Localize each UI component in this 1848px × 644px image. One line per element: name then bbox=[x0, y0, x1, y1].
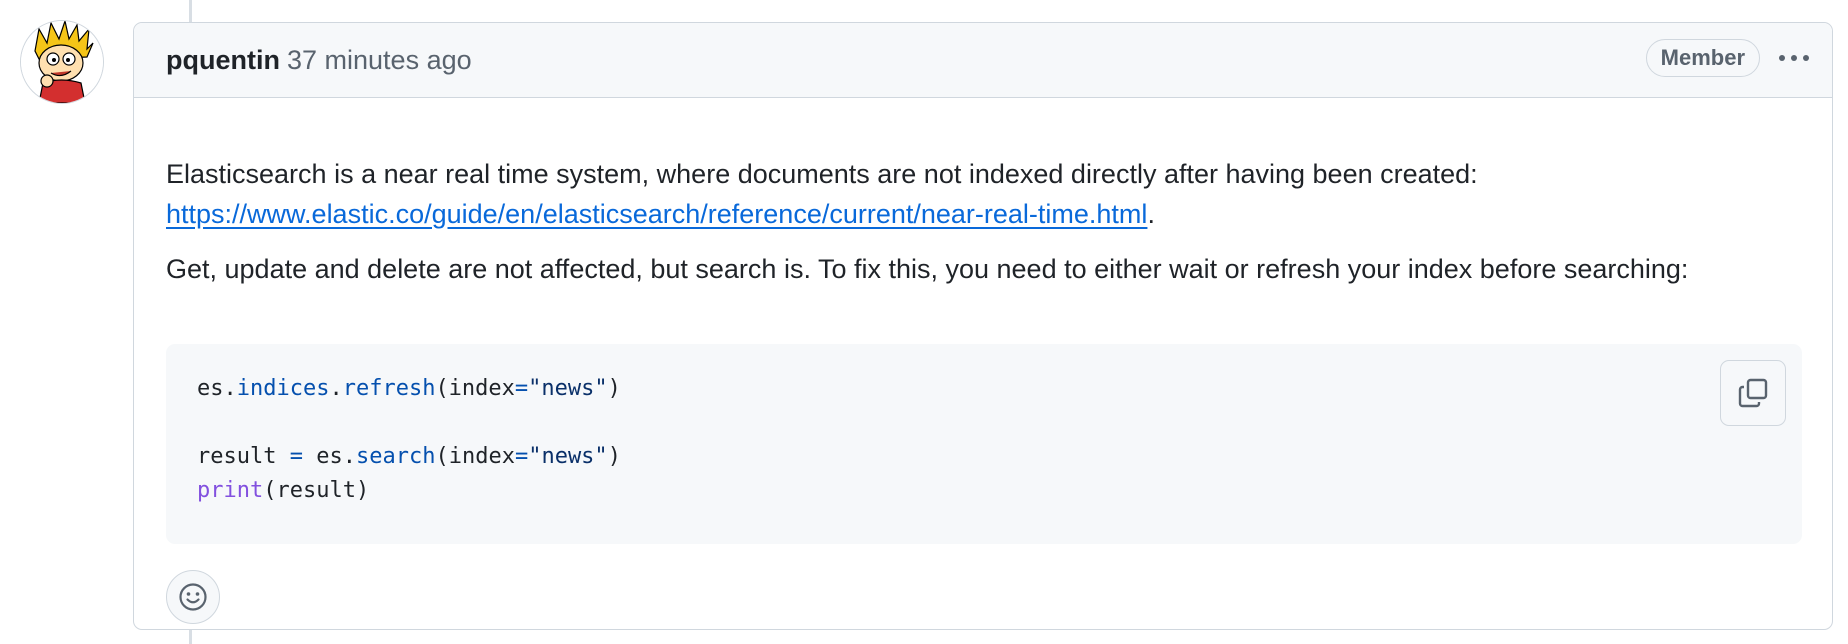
kebab-horizontal-icon[interactable] bbox=[1774, 41, 1814, 75]
author-link[interactable]: pquentin bbox=[166, 45, 280, 76]
avatar[interactable] bbox=[20, 20, 104, 104]
code-line-4: print(result) bbox=[197, 478, 370, 503]
near-real-time-link[interactable]: https://www.elastic.co/guide/en/elastics… bbox=[166, 199, 1147, 229]
paragraph-1-text: Elasticsearch is a near real time system… bbox=[166, 159, 1478, 189]
code-line-1: es.indices.refresh(index="news") bbox=[197, 376, 621, 401]
code-block: es.indices.refresh(index="news") result … bbox=[166, 344, 1802, 544]
copy-icon bbox=[1738, 378, 1768, 408]
comment-timestamp[interactable]: 37 minutes ago bbox=[287, 45, 472, 76]
copy-button[interactable] bbox=[1720, 360, 1786, 426]
code-content: es.indices.refresh(index="news") result … bbox=[197, 372, 621, 508]
paragraph-1: Elasticsearch is a near real time system… bbox=[166, 154, 1478, 234]
calvin-avatar bbox=[21, 21, 103, 103]
paragraph-2: Get, update and delete are not affected,… bbox=[166, 254, 1689, 284]
add-reaction-button[interactable] bbox=[166, 570, 220, 624]
smiley-icon bbox=[179, 583, 207, 611]
comment-card: pquentin 37 minutes ago Member Elasticse… bbox=[133, 22, 1833, 630]
paragraph-1-suffix: . bbox=[1147, 199, 1155, 229]
member-badge: Member bbox=[1645, 39, 1760, 77]
comment-header: pquentin 37 minutes ago Member bbox=[134, 23, 1832, 98]
code-line-3: result = es.search(index="news") bbox=[197, 444, 621, 469]
